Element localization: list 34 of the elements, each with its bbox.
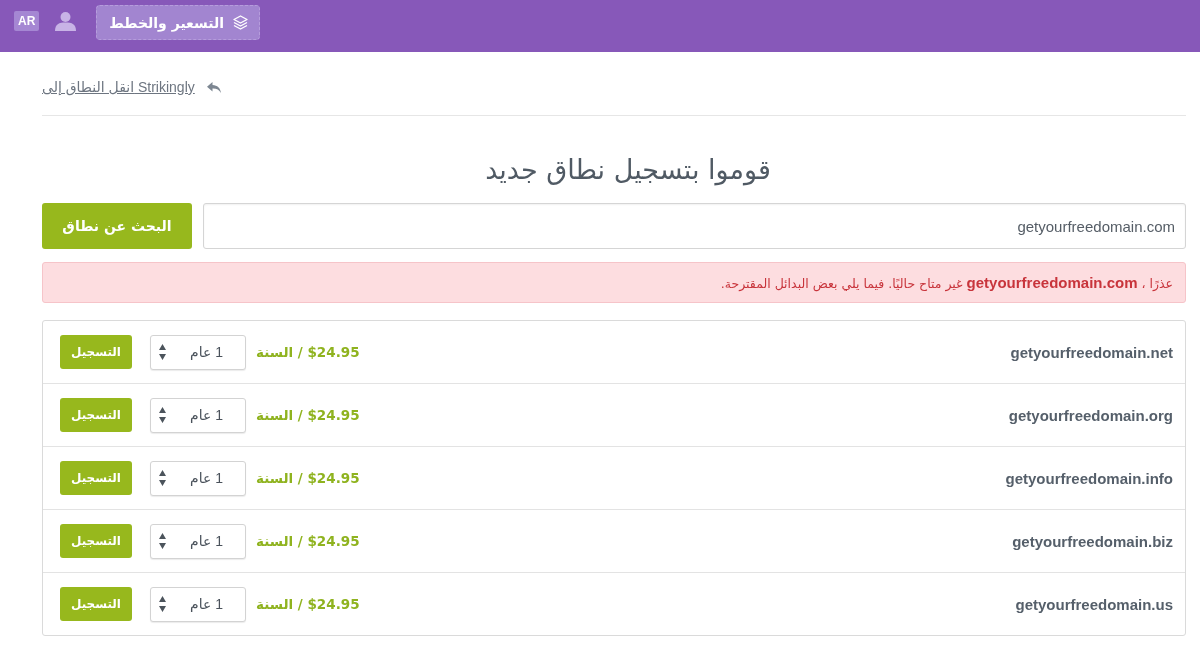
domain-name: getyourfreedomain.net: [1010, 343, 1173, 361]
price-label: $24.95 / السنة: [256, 596, 360, 612]
register-button[interactable]: التسجيل: [60, 398, 132, 432]
search-domain-button[interactable]: البحث عن نطاق: [42, 203, 192, 249]
pricing-button[interactable]: التسعير والخطط: [96, 5, 261, 40]
domain-name: getyourfreedomain.us: [1015, 595, 1173, 613]
register-button[interactable]: التسجيل: [60, 524, 132, 558]
price-label: $24.95 / السنة: [256, 533, 360, 549]
layers-icon: [233, 15, 249, 30]
domain-name: getyourfreedomain.biz: [1012, 532, 1173, 550]
domain-name: getyourfreedomain.org: [1008, 406, 1173, 424]
sort-arrows-icon: [159, 407, 166, 423]
price-label: $24.95 / السنة: [256, 470, 360, 486]
term-select[interactable]: 1 عام: [150, 334, 246, 370]
term-select[interactable]: 1 عام: [150, 397, 246, 433]
term-select[interactable]: 1 عام: [150, 523, 246, 559]
term-select[interactable]: 1 عام: [150, 460, 246, 496]
price-label: $24.95 / السنة: [256, 407, 360, 423]
domain-search-field[interactable]: getyourfreedomain.com: [203, 203, 1186, 249]
user-icon[interactable]: [55, 11, 77, 31]
sort-arrows-icon: [159, 596, 166, 612]
term-select[interactable]: 1 عام: [150, 586, 246, 622]
sort-arrows-icon: [159, 533, 166, 549]
domain-name: getyourfreedomain.info: [1005, 469, 1173, 487]
register-button[interactable]: التسجيل: [60, 335, 132, 369]
language-badge[interactable]: AR: [14, 11, 40, 31]
price-label: $24.95 / السنة: [256, 344, 360, 360]
register-button[interactable]: التسجيل: [60, 587, 132, 621]
sort-arrows-icon: [159, 470, 166, 486]
reply-arrow-icon: [206, 81, 221, 93]
back-link[interactable]: انقل النطاق إلى Strikingly: [42, 79, 195, 95]
register-button[interactable]: التسجيل: [60, 461, 132, 495]
sort-arrows-icon: [159, 344, 166, 360]
page-heading: قوموا بتسجيل نطاق جديد: [484, 153, 772, 188]
